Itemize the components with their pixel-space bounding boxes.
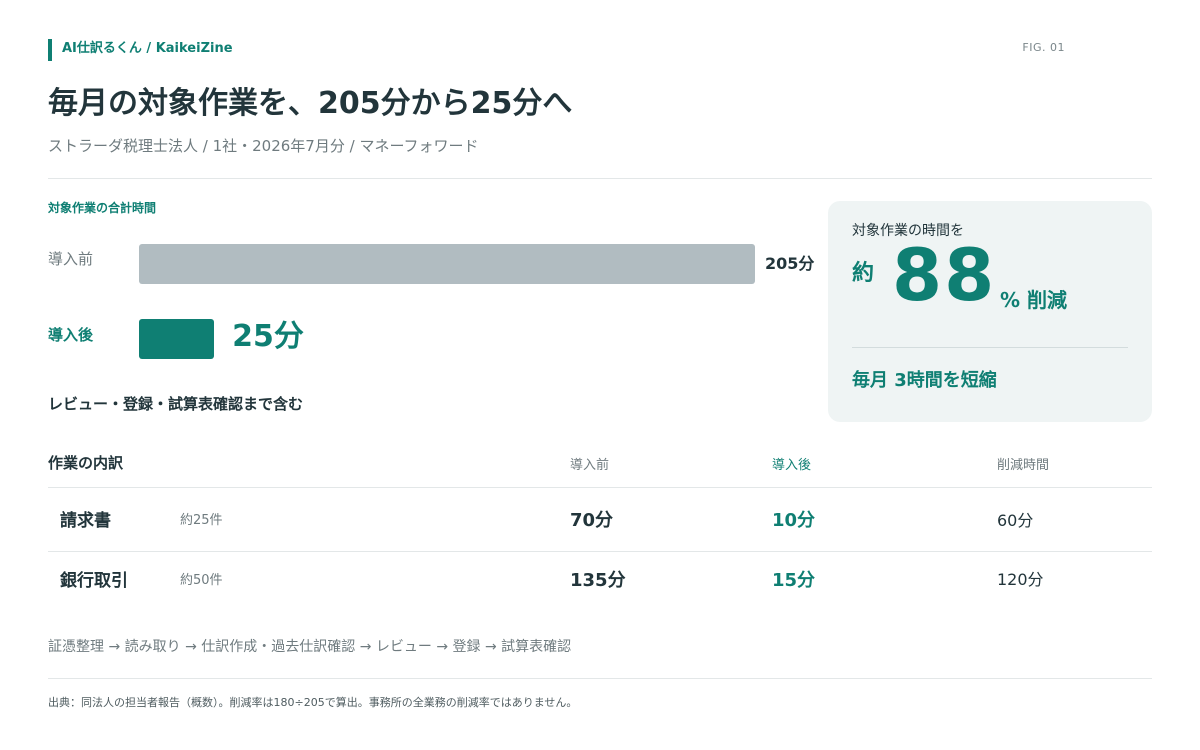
header-divider [48,178,1152,179]
bar-before [139,244,755,284]
source-note: 出典：同法人の担当者報告（概数）。削減率は180÷205で算出。事務所の全業務の… [48,696,578,709]
reduction-percent-suffix: % 削減 [1000,288,1068,312]
reduction-percent-value: 88 [892,233,997,317]
table-row-name: 請求書 [60,511,111,531]
table-row-saved: 60分 [997,511,1034,530]
table-row-count: 約50件 [180,573,223,588]
chart-title: 対象作業の合計時間 [48,201,157,215]
reduction-card-divider [852,347,1128,348]
page-subtitle: ストラーダ税理士法人 / 1社・2026年7月分 / マネーフォワード [48,137,479,155]
table-row-after: 15分 [772,570,816,591]
category-label-before: 導入前 [48,250,94,268]
table-row-before: 135分 [570,570,626,591]
brand-accent-bar [48,39,52,61]
table-header-divider [48,487,1152,488]
reduction-prefix: 約 [852,261,875,286]
column-header-saved: 削減時間 [997,458,1050,473]
page-title: 毎月の対象作業を、205分から25分へ [48,86,573,121]
category-label-after: 導入後 [48,326,94,344]
table-row-divider [48,551,1152,552]
value-label-before: 205分 [765,254,815,273]
value-label-after: 25分 [232,319,304,354]
table-row-name: 銀行取引 [60,571,128,591]
table-row-saved: 120分 [997,570,1044,589]
table-row-before: 70分 [570,510,614,531]
brand-label: AI仕訳るくん / KaikeiZine [62,41,233,56]
breakdown-table-title: 作業の内訳 [48,454,124,472]
bar-after [139,319,215,359]
workflow-steps: 証憑整理 → 読み取り → 仕訳作成・過去仕訳確認 → レビュー → 登録 → … [48,639,572,655]
table-row-after: 10分 [772,510,816,531]
table-row-count: 約25件 [180,513,223,528]
reduction-summary: 毎月 3時間を短縮 [852,370,997,391]
column-header-before: 導入前 [570,458,610,473]
footer-divider [48,678,1152,679]
column-header-after: 導入後 [772,458,812,473]
figure-number: FIG. 01 [1022,41,1065,54]
scope-note: レビュー・登録・試算表確認まで含む [48,395,304,413]
